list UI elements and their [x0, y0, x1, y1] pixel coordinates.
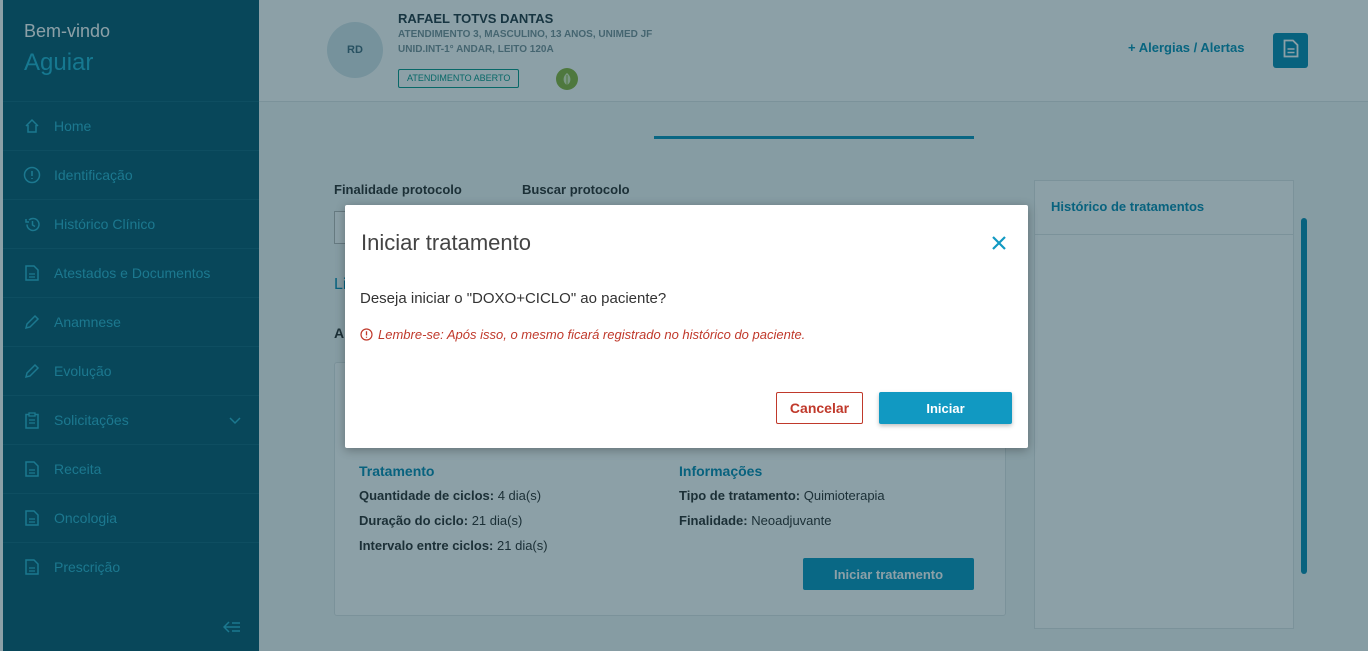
dialog-warning: Lembre-se: Após isso, o mesmo ficará reg…: [360, 327, 805, 342]
start-treatment-dialog: Iniciar tratamento Deseja iniciar o "DOX…: [345, 205, 1028, 448]
cancel-button[interactable]: Cancelar: [776, 392, 863, 424]
dialog-question: Deseja iniciar o "DOXO+CICLO" ao pacient…: [360, 290, 667, 307]
confirm-start-button[interactable]: Iniciar: [879, 392, 1012, 424]
dialog-title: Iniciar tratamento: [361, 230, 531, 255]
close-icon[interactable]: [988, 232, 1010, 254]
warning-text: Lembre-se: Após isso, o mesmo ficará reg…: [378, 327, 806, 342]
warning-icon: [360, 328, 373, 341]
